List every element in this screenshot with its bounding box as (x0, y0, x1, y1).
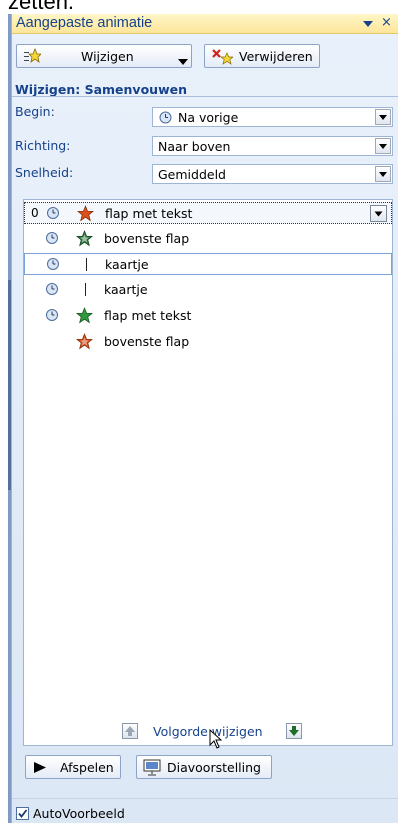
slideshow-label: Diavoorstelling (167, 760, 261, 775)
speed-combo[interactable]: Gemiddeld (152, 164, 393, 184)
arrow-up-icon (125, 726, 135, 736)
move-down-button[interactable] (286, 723, 302, 739)
section-divider (12, 96, 398, 97)
animation-item[interactable]: bovenste flap (24, 331, 392, 353)
mouse-cursor-icon (209, 728, 223, 752)
autopreview-label: AutoVoorbeeld (33, 806, 125, 821)
animation-item[interactable]: kaartje (24, 253, 392, 275)
arrow-down-icon (289, 726, 299, 736)
change-effect-label: Wijzigen (81, 49, 134, 64)
add-effect-star-icon (23, 47, 42, 67)
animation-item-label: bovenste flap (104, 231, 190, 246)
background-text-fragment: zetten. (8, 0, 75, 14)
clock-icon (46, 206, 60, 220)
animation-item[interactable]: bovenste flap (24, 228, 392, 250)
direction-dropdown-arrow[interactable] (375, 138, 391, 154)
clock-icon (45, 231, 59, 245)
play-button[interactable]: Afspelen (25, 755, 121, 779)
animation-item-label: kaartje (105, 257, 149, 272)
animation-item-label: flap met tekst (104, 308, 192, 323)
remove-effect-button[interactable]: Verwijderen (204, 44, 320, 68)
clock-icon (46, 257, 60, 271)
start-value: Na vorige (178, 110, 239, 125)
move-up-button[interactable] (122, 723, 138, 739)
animation-list[interactable]: 0 flap met tekst bovenste flap kaartje k… (23, 199, 393, 746)
star-exit-icon (77, 205, 94, 222)
star-entrance-icon (76, 307, 93, 324)
bar-icon (86, 258, 87, 271)
play-label: Afspelen (60, 760, 114, 775)
checkmark-icon (18, 809, 28, 818)
animation-item[interactable]: kaartje (24, 279, 392, 301)
speed-value: Gemiddeld (158, 167, 226, 182)
direction-value: Naar boven (158, 139, 231, 154)
start-combo[interactable]: Na vorige (152, 107, 393, 127)
direction-combo[interactable]: Naar boven (152, 136, 393, 156)
animation-item-label: flap met tekst (105, 206, 193, 221)
change-effect-button[interactable]: Wijzigen (16, 44, 192, 68)
custom-animation-pane: Aangepaste animatie × Wijzigen Verwijder… (11, 14, 398, 823)
speed-label: Snelheid: (15, 165, 74, 180)
animation-item[interactable]: 0 flap met tekst (24, 202, 392, 224)
footer-divider (12, 798, 398, 799)
clock-icon (159, 111, 172, 127)
start-label: Begin: (15, 104, 55, 119)
remove-effect-label: Verwijderen (239, 49, 313, 64)
remove-effect-icon (211, 48, 235, 68)
pane-titlebar: Aangepaste animatie × (12, 14, 398, 34)
pane-close-button[interactable]: × (381, 15, 395, 31)
animation-item-label: kaartje (104, 282, 148, 297)
chevron-down-icon (379, 144, 387, 149)
chevron-down-icon (178, 54, 188, 68)
star-emphasis-icon (76, 230, 93, 247)
speed-dropdown-arrow[interactable] (375, 166, 391, 182)
animation-trigger-number: 0 (31, 206, 39, 220)
bar-icon (85, 283, 86, 296)
chevron-down-icon (379, 172, 387, 177)
slideshow-icon (143, 759, 161, 779)
pane-title: Aangepaste animatie (16, 15, 153, 31)
star-exit-icon (76, 333, 93, 350)
chevron-down-icon (363, 21, 373, 27)
modify-section-heading: Wijzigen: Samenvouwen (15, 82, 187, 97)
chevron-down-icon (374, 211, 383, 217)
direction-label: Richting: (15, 138, 71, 153)
reorder-label: Volgorde wijzigen (153, 724, 263, 739)
animation-item[interactable]: flap met tekst (24, 305, 392, 327)
left-strip (0, 14, 8, 823)
item-dropdown-button[interactable] (370, 205, 387, 222)
slideshow-button[interactable]: Diavoorstelling (136, 755, 272, 779)
clock-icon (45, 282, 59, 296)
start-dropdown-arrow[interactable] (375, 109, 391, 125)
chevron-down-icon (379, 115, 387, 120)
pane-options-dropdown[interactable] (361, 18, 375, 30)
animation-item-label: bovenste flap (104, 334, 190, 349)
autopreview-checkbox[interactable] (16, 807, 29, 820)
play-icon (34, 762, 46, 776)
clock-icon (45, 308, 59, 322)
